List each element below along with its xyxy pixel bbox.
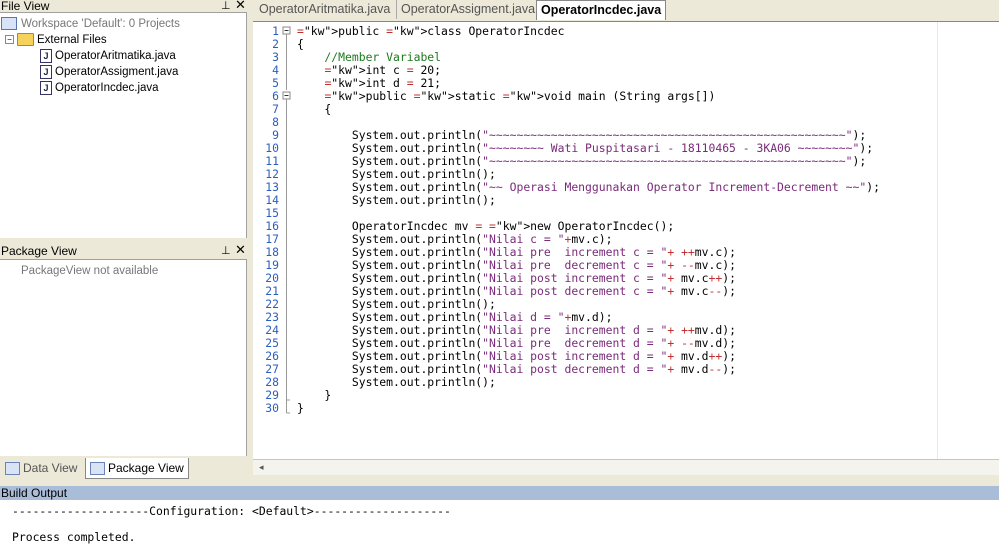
close-icon[interactable]: ✕ xyxy=(235,243,246,256)
workspace-node[interactable]: Workspace 'Default': 0 Projects xyxy=(1,16,180,32)
tab-label: Data View xyxy=(23,461,78,475)
workspace-icon xyxy=(1,17,17,31)
pin-icon[interactable]: ⊥ xyxy=(221,0,231,12)
fold-markers xyxy=(282,26,291,414)
code-editor[interactable]: 1 2 3 4 5 6 7 8 9 10 11 12 13 14 15 16 17 18 19 20 21 22 23 24 2… xyxy=(253,21,999,460)
tab-label: Package View xyxy=(108,461,184,475)
fold-margin xyxy=(281,22,293,460)
folder-icon xyxy=(17,33,34,47)
editor-tabbar: OperatorAritmatika.java OperatorAssigmen… xyxy=(253,0,999,20)
tab-package-view[interactable]: Package View xyxy=(85,458,189,479)
right-margin-line xyxy=(937,22,938,460)
file-node[interactable]: J OperatorIncdec.java xyxy=(40,80,159,96)
tab-operator-incdec[interactable]: OperatorIncdec.java xyxy=(536,0,667,20)
code-line: { xyxy=(297,102,332,116)
tab-operator-assigment[interactable]: OperatorAssigment.java xyxy=(396,0,539,19)
build-output-title: Build Output xyxy=(0,486,999,500)
close-icon[interactable]: ✕ xyxy=(235,0,246,11)
file-label: OperatorAssigment.java xyxy=(55,66,179,78)
java-file-icon: J xyxy=(40,48,52,63)
package-view-title: Package View xyxy=(1,244,77,258)
java-file-icon: J xyxy=(40,64,52,79)
java-file-icon: J xyxy=(40,80,52,95)
file-label: OperatorIncdec.java xyxy=(55,82,159,94)
file-node[interactable]: J OperatorAssigment.java xyxy=(40,64,178,80)
data-view-icon xyxy=(5,462,20,476)
folder-label: External Files xyxy=(37,34,107,46)
file-label: OperatorAritmatika.java xyxy=(55,50,176,62)
tab-data-view[interactable]: Data View xyxy=(1,458,81,478)
output-line: Process completed. xyxy=(12,530,136,544)
code-line: System.out.println(); xyxy=(297,193,496,207)
code-line: ="kw">public ="kw">static ="kw">void mai… xyxy=(324,89,716,103)
package-view-empty-text: PackageView not available xyxy=(21,265,159,277)
scroll-left-icon[interactable]: ◂ xyxy=(259,460,264,474)
file-view-tree: Workspace 'Default': 0 Projects − Externa… xyxy=(0,12,247,238)
package-view-icon xyxy=(90,462,105,476)
tab-operator-aritmatika[interactable]: OperatorAritmatika.java xyxy=(255,0,394,19)
code-line: } xyxy=(297,401,304,415)
collapse-icon[interactable]: − xyxy=(5,35,14,45)
code-line: ="kw">public ="kw">class OperatorIncdec xyxy=(297,24,565,38)
line-number-gutter: 1 2 3 4 5 6 7 8 9 10 11 12 13 14 15 16 17 18 19 20 21 22 23 24 2… xyxy=(253,22,281,460)
folder-node[interactable]: − External Files xyxy=(5,32,107,48)
pin-icon[interactable]: ⊥ xyxy=(221,245,231,257)
horizontal-scrollbar[interactable]: ◂ xyxy=(253,459,999,475)
build-output-body: --------------------Configuration: <Defa… xyxy=(0,500,999,555)
file-node[interactable]: J OperatorAritmatika.java xyxy=(40,48,176,64)
output-line: --------------------Configuration: <Defa… xyxy=(12,504,451,518)
workspace-label: Workspace 'Default': 0 Projects xyxy=(21,18,180,30)
line-number: 30 xyxy=(265,401,279,415)
package-view-body: PackageView not available xyxy=(0,259,247,456)
